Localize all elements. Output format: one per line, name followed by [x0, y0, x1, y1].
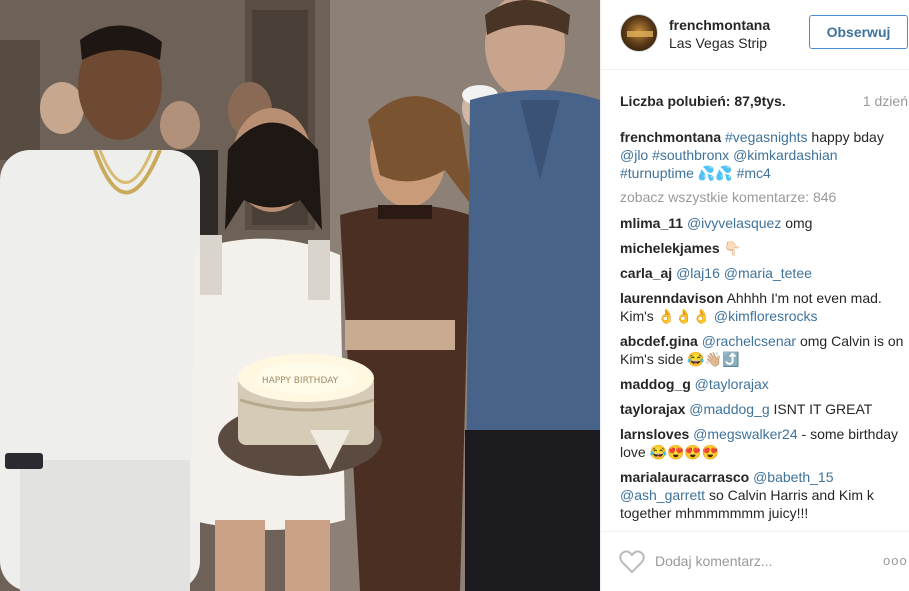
comment-username[interactable]: marialauracarrasco	[620, 469, 749, 485]
comment-text: 👇🏻	[723, 240, 741, 256]
comment: marialauracarrasco @babeth_15 @ash_garre…	[620, 468, 908, 522]
caption-emoji: 💦💦	[697, 165, 733, 181]
view-all-comments-link[interactable]: zobacz wszystkie komentarze: 846	[620, 188, 908, 206]
comment-username[interactable]: taylorajax	[620, 401, 685, 417]
comment: maddog_g @taylorajax	[620, 375, 908, 393]
post-location[interactable]: Las Vegas Strip	[669, 35, 767, 51]
post-photo[interactable]: HAPPY BIRTHDAY	[0, 0, 600, 591]
caption-mention[interactable]: @jlo	[620, 147, 648, 163]
likes-row: Liczba polubień: 87,9tys. 1 dzień	[620, 93, 909, 113]
cake-text: HAPPY BIRTHDAY	[262, 376, 339, 386]
caption-username[interactable]: frenchmontana	[620, 129, 721, 145]
comment-mention[interactable]: @taylorajax	[695, 376, 769, 392]
comment-username[interactable]: carla_aj	[620, 265, 672, 281]
post-footer: Dodaj komentarz... ooo	[601, 531, 909, 591]
comment: carla_aj @laj16 @maria_tetee	[620, 264, 908, 282]
avatar[interactable]	[620, 14, 658, 52]
party-photo-illustration: HAPPY BIRTHDAY	[0, 0, 600, 591]
comment-username[interactable]: larnsloves	[620, 426, 689, 442]
comment-username[interactable]: abcdef.gina	[620, 333, 698, 349]
comment-username[interactable]: laurenndavison	[620, 290, 723, 306]
comment-text: omg	[785, 215, 813, 231]
comment-mention[interactable]: @maddog_g	[689, 401, 769, 417]
comment: abcdef.gina @rachelcsenar omg Calvin is …	[620, 332, 908, 368]
caption-hashtag[interactable]: #vegasnights	[725, 129, 808, 145]
comment-username[interactable]: mlima_11	[620, 215, 683, 231]
comment-mention[interactable]: @laj16 @maria_tetee	[676, 265, 812, 281]
follow-button[interactable]: Obserwuj	[809, 15, 908, 49]
caption-hashtag[interactable]: #southbronx	[652, 147, 729, 163]
add-comment-input[interactable]: Dodaj komentarz...	[655, 553, 773, 569]
caption-hashtag[interactable]: #mc4	[737, 165, 771, 181]
caption-text: happy bday	[811, 129, 884, 145]
comment: laurenndavison Ahhhh I'm not even mad. K…	[620, 289, 908, 325]
comment: larnsloves @megswalker24 - some birthday…	[620, 425, 908, 461]
post-sidebar: frenchmontana Las Vegas Strip Obserwuj L…	[600, 0, 909, 591]
post-header: frenchmontana Las Vegas Strip Obserwuj	[601, 0, 909, 70]
heart-icon[interactable]	[619, 550, 645, 574]
comment: taylorajax @maddog_g ISNT IT GREAT	[620, 400, 908, 418]
comment-mention[interactable]: @megswalker24	[693, 426, 797, 442]
comment-username[interactable]: maddog_g	[620, 376, 691, 392]
comment-mention[interactable]: @rachelcsenar	[702, 333, 796, 349]
post-timestamp[interactable]: 1 dzień	[863, 93, 908, 109]
caption: frenchmontana #vegasnights happy bday @j…	[620, 128, 908, 182]
comment-mention[interactable]: @ivyvelasquez	[687, 215, 781, 231]
post-author-username[interactable]: frenchmontana	[669, 17, 770, 33]
caption-mention[interactable]: @kimkardashian	[733, 147, 837, 163]
more-options-button[interactable]: ooo	[883, 553, 908, 568]
comment: mlima_11 @ivyvelasquez omg	[620, 214, 908, 232]
instagram-post: HAPPY BIRTHDAY frenchmontana Las Vegas S…	[0, 0, 909, 591]
caption-hashtag[interactable]: #turnuptime	[620, 165, 694, 181]
avatar-logo	[627, 31, 653, 37]
comment-text: ISNT IT GREAT	[773, 401, 873, 417]
comment: michelekjames 👇🏻	[620, 239, 908, 257]
comment-mention[interactable]: @kimfloresrocks	[714, 308, 818, 324]
comment-username[interactable]: michelekjames	[620, 240, 720, 256]
comments-list: frenchmontana #vegasnights happy bday @j…	[620, 128, 908, 528]
likes-count[interactable]: Liczba polubień: 87,9tys.	[620, 93, 786, 109]
